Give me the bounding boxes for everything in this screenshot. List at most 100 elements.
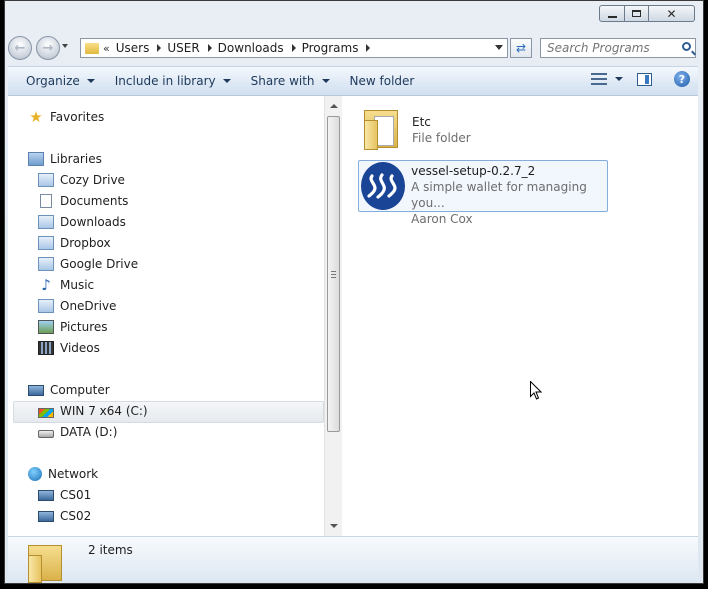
library-folder-icon [38,257,54,271]
nav-pane-scrollbar[interactable] [324,96,342,536]
organize-button[interactable]: Organize [16,67,105,95]
libraries-icon [28,152,44,166]
share-with-label: Share with [250,74,315,88]
close-button[interactable]: ✕ [649,5,695,22]
new-folder-label: New folder [349,74,415,88]
nav-computer-label: Computer [50,383,110,397]
file-item-text: vessel-setup-0.2.7_2 A simple wallet for… [411,162,607,227]
breadcrumb-user[interactable]: USER [167,41,217,55]
nav-network-cs01[interactable]: CS01 [38,485,91,505]
nav-favorites[interactable]: ★ Favorites [28,107,104,127]
navigation-pane: ★ Favorites Libraries Cozy Drive Document… [8,96,342,536]
nav-library-google-drive[interactable]: Google Drive [38,254,138,274]
maximize-button[interactable] [625,5,649,22]
scroll-up-arrow-icon[interactable] [330,104,338,108]
nav-library-videos[interactable]: Videos [38,338,100,358]
breadcrumb-separator-icon[interactable] [207,44,212,52]
nav-drive-d[interactable]: DATA (D:) [38,422,117,442]
library-folder-icon [38,299,54,313]
view-options-dropdown[interactable] [615,77,623,81]
chevron-down-icon [222,79,231,83]
nav-network-label: Network [48,467,99,481]
nav-libraries[interactable]: Libraries [28,149,102,169]
computer-icon [38,489,54,501]
computer-icon [38,510,54,522]
search-icon[interactable] [682,42,691,51]
breadcrumb-downloads[interactable]: Downloads [218,41,302,55]
music-note-icon: ♪ [41,276,51,294]
file-item-text: Etc File folder [412,106,471,146]
nav-libraries-label: Libraries [50,152,102,166]
nav-library-onedrive[interactable]: OneDrive [38,296,116,316]
explorer-window: ✕ ← → « Users USER Downloads Programs ⇄ … [0,0,708,589]
breadcrumb-separator-icon[interactable] [291,44,296,52]
nav-library-dropbox[interactable]: Dropbox [38,233,111,253]
nav-drive-c[interactable]: WIN 7 x64 (C:) [38,401,148,421]
arrow-right-icon: → [42,40,54,56]
file-type: File folder [412,131,471,145]
nav-library-pictures[interactable]: Pictures [38,317,108,337]
breadcrumb-separator-icon[interactable] [366,44,371,52]
hard-drive-icon [38,430,54,438]
new-folder-button[interactable]: New folder [340,67,425,95]
address-history-dropdown[interactable] [495,45,503,50]
refresh-button[interactable]: ⇄ [510,38,532,58]
change-view-icon[interactable] [591,72,607,86]
hidden-crumbs-chevron[interactable]: « [103,42,110,55]
share-with-button[interactable]: Share with [241,67,340,95]
film-strip-icon [38,341,54,355]
help-icon[interactable]: ? [674,71,690,87]
nav-computer[interactable]: Computer [28,380,110,400]
nav-network[interactable]: Network [28,464,98,484]
mouse-pointer-icon [530,381,542,400]
breadcrumb-programs[interactable]: Programs [302,41,377,55]
document-icon [40,194,52,208]
include-in-library-button[interactable]: Include in library [105,67,241,95]
breadcrumb-users[interactable]: Users [116,41,168,55]
scroll-down-arrow-icon[interactable] [330,524,338,528]
close-icon: ✕ [666,6,677,21]
forward-button[interactable]: → [36,36,60,60]
details-pane: 2 items [8,536,698,583]
include-in-library-label: Include in library [114,74,216,88]
folder-icon [26,539,70,583]
nav-favorites-label: Favorites [50,110,105,124]
item-count: 2 items [88,543,133,557]
steem-logo-icon [361,162,406,210]
file-item-etc[interactable]: Etc File folder [362,106,471,152]
organize-label: Organize [26,74,80,88]
nav-network-cs02[interactable]: CS02 [38,506,91,526]
command-bar: Organize Include in library Share with N… [8,66,698,96]
address-bar[interactable]: « Users USER Downloads Programs [80,38,508,58]
file-item-vessel-setup[interactable]: vessel-setup-0.2.7_2 A simple wallet for… [358,160,608,226]
nav-library-downloads[interactable]: Downloads [38,212,126,232]
recent-pages-dropdown[interactable] [62,44,68,48]
star-icon: ★ [29,108,43,126]
search-box[interactable] [540,38,696,58]
file-name: vessel-setup-0.2.7_2 [411,164,536,178]
network-globe-icon [28,467,42,481]
nav-library-cozy-drive[interactable]: Cozy Drive [38,170,125,190]
chevron-down-icon [86,79,95,83]
library-folder-icon [38,236,54,250]
library-folder-icon [38,173,54,187]
scrollbar-thumb[interactable] [327,116,340,432]
file-name: Etc [412,115,431,129]
chevron-down-icon [321,79,330,83]
preview-pane-icon[interactable] [637,72,652,86]
nav-library-documents[interactable]: Documents [38,191,128,211]
back-button[interactable]: ← [8,36,32,60]
caption-buttons: ✕ [599,5,695,22]
refresh-icon: ⇄ [515,41,527,55]
minimize-button[interactable] [599,5,625,22]
nav-library-music[interactable]: ♪ Music [38,275,94,295]
folder-icon [362,106,402,152]
breadcrumb-separator-icon[interactable] [157,44,162,52]
windows-drive-icon [38,407,54,418]
search-input[interactable] [541,41,677,55]
file-company: Aaron Cox [411,212,473,226]
grip-icon [331,271,336,278]
nav-buttons: ← → [8,34,68,62]
file-item-content: vessel-setup-0.2.7_2 A simple wallet for… [361,162,607,227]
maximize-icon [632,10,641,17]
